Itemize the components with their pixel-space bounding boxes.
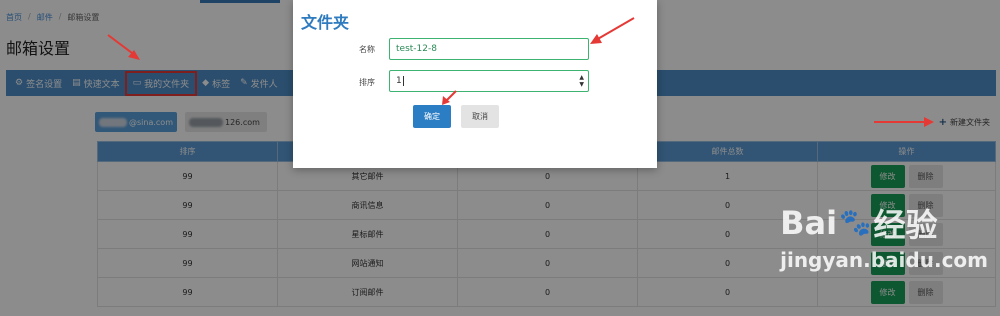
order-number-input[interactable]: 1 ▲ ▼ bbox=[389, 70, 589, 92]
paw-icon: 🐾 bbox=[839, 208, 872, 238]
confirm-button[interactable]: 确定 bbox=[413, 105, 451, 128]
name-label: 名称 bbox=[359, 45, 375, 54]
baidu-jingyan-watermark: Bai 🐾 经验 jingyan.baidu.com bbox=[780, 200, 988, 272]
folder-name-value: test-12-8 bbox=[396, 44, 437, 54]
order-value: 1 bbox=[396, 76, 402, 86]
order-label: 排序 bbox=[359, 78, 375, 87]
watermark-brand-suffix: 经验 bbox=[873, 206, 938, 244]
folder-dialog: 文件夹 名称 test-12-8 排序 1 ▲ ▼ 确定 取消 bbox=[293, 0, 657, 168]
watermark-brand: Bai bbox=[780, 204, 838, 242]
folder-name-input[interactable]: test-12-8 bbox=[389, 38, 589, 60]
stepper-icon[interactable]: ▲ ▼ bbox=[579, 74, 584, 88]
watermark-url: jingyan.baidu.com bbox=[780, 248, 988, 272]
dialog-title: 文件夹 bbox=[301, 13, 350, 32]
text-caret bbox=[402, 76, 404, 86]
cancel-button[interactable]: 取消 bbox=[461, 105, 499, 128]
watermark-logo: Bai 🐾 经验 bbox=[780, 200, 988, 246]
